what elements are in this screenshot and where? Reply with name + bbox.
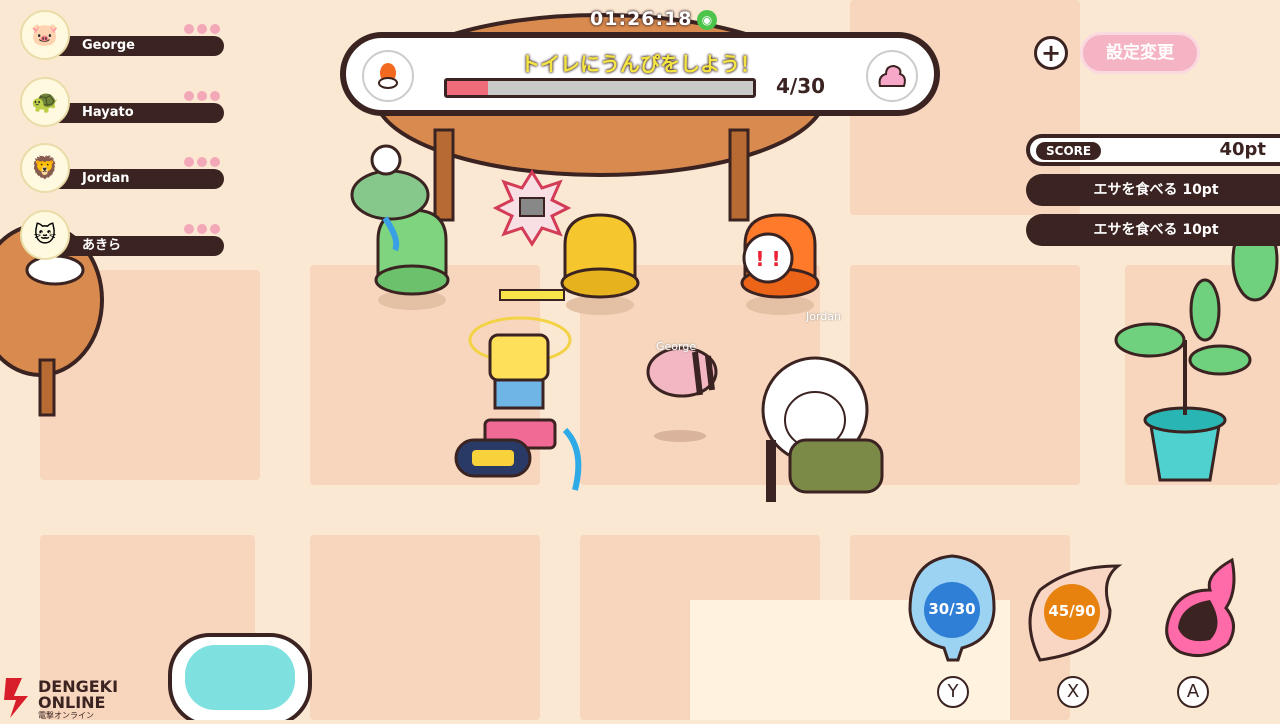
lion-character — [761, 356, 884, 502]
score-log-entry: エサを食べる 10pt — [1026, 174, 1280, 206]
quest-progress-fill — [447, 81, 488, 95]
yellow-chair — [560, 213, 640, 315]
player-avatar: 🐷 — [20, 10, 70, 60]
player-name: Jordan — [56, 169, 224, 189]
player-name: George — [56, 36, 224, 56]
status-dots — [184, 157, 220, 167]
orange-chair: ! ! — [740, 213, 820, 315]
x-button[interactable]: X — [1057, 676, 1089, 708]
water-gauge-value: 30/30 — [928, 600, 976, 618]
leaf-gauge-value: 45/90 — [1048, 602, 1096, 620]
poop-icon — [866, 50, 918, 102]
game-clock: 01:26:18 — [590, 8, 693, 30]
player-avatar: 🐢 — [20, 77, 70, 127]
status-dots — [184, 224, 220, 234]
add-button[interactable]: + — [1034, 36, 1068, 70]
logo-line3: 電撃オンライン — [38, 710, 94, 720]
status-dots — [184, 91, 220, 101]
robot-character — [454, 289, 582, 491]
alert-burst — [492, 169, 572, 247]
settings-button[interactable]: 設定変更 — [1080, 32, 1200, 74]
player-avatar: 🐱 — [20, 210, 70, 260]
player-avatar: 🦁 — [20, 143, 70, 193]
quest-title: トイレにうんぴをしよう！ — [520, 52, 760, 76]
quest-panel: トイレにうんぴをしよう！ 4/30 — [340, 32, 940, 116]
quest-progress-bar — [444, 78, 756, 98]
status-dots — [184, 24, 220, 34]
y-button[interactable]: Y — [937, 676, 969, 708]
player-name: Hayato — [56, 103, 224, 123]
quest-progress-count: 4/30 — [776, 74, 826, 98]
water-tank — [168, 633, 312, 720]
score-value: 40pt — [1219, 139, 1266, 160]
score-log-entry: エサを食べる 10pt — [1026, 214, 1280, 246]
player-nametag: Jordan — [806, 310, 841, 323]
player-entry: 🦁 Jordan — [20, 143, 225, 195]
player-name: あきら — [56, 236, 224, 256]
dengeki-online-logo: DENGEKI ONLINE 電撃オンライン — [4, 676, 134, 724]
score-panel: SCORE 40pt — [1026, 134, 1280, 166]
wifi-icon: ◉ — [697, 10, 717, 30]
player-nametag: George — [656, 340, 697, 353]
logo-line2: ONLINE — [38, 693, 105, 712]
svg-text:! !: ! ! — [755, 247, 780, 271]
a-button[interactable]: A — [1177, 676, 1209, 708]
player-entry: 🐱 あきら — [20, 210, 225, 262]
score-label: SCORE — [1036, 142, 1102, 160]
player-entry: 🐢 Hayato — [20, 77, 225, 129]
george-character — [646, 346, 718, 442]
player-entry: 🐷 George — [20, 10, 225, 62]
potted-plant — [1114, 218, 1279, 482]
